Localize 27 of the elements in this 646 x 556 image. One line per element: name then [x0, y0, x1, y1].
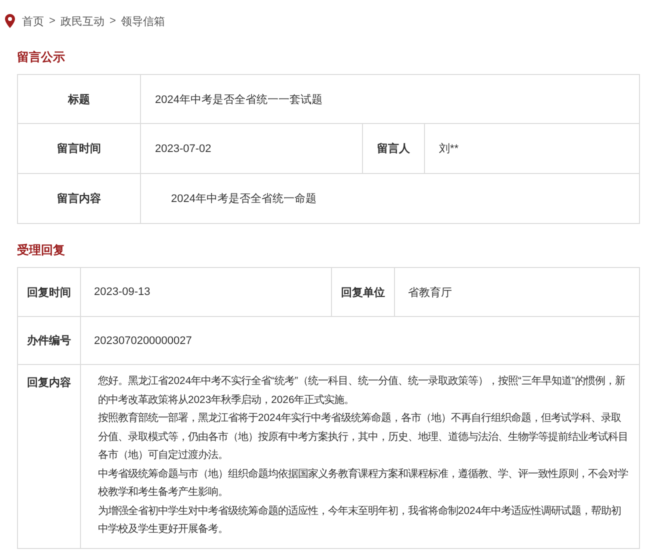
- reply-paragraph: 中考省级统筹命题与市（地）组织命题均依据国家义务教育课程方案和课程标准，遵循教、学、评一致性原则，不会对学校教学和考生备考产生影响。: [98, 467, 629, 500]
- reply-paragraph: 您好。黑龙江省2024年中考不实行全省“统考”（统一科目、统一分值、统一录取政策等），按照“三年早知道”的惯例，新的中考改革政策将从2023年秋季启动，2026年正式实施。: [98, 374, 626, 408]
- breadcrumb-link[interactable]: 政民互动: [60, 14, 104, 28]
- field-label: 回复单位: [332, 268, 395, 316]
- breadcrumb-link[interactable]: 首页: [22, 14, 44, 28]
- section-title: 留言公示: [17, 49, 66, 66]
- breadcrumb-separator: >: [49, 15, 56, 27]
- reply-paragraph: 为增强全省初中学生对中考省级统筹命题的适应性，今年末至明年初，我省将命制2024年中考适应性调研试题，帮助初中学校及学生更好开展备考。: [98, 504, 622, 537]
- field-value: 2024年中考是否全省统一命题: [170, 192, 318, 207]
- field-value: 刘**: [438, 142, 460, 157]
- field-label: 回复时间: [18, 268, 81, 316]
- section-title: 受理回复: [17, 242, 66, 259]
- field-value: 2023-09-13: [81, 268, 332, 316]
- location-pin-icon: [5, 14, 15, 28]
- field-label: 标题: [18, 75, 141, 123]
- field-value: 2023070200000027: [93, 334, 193, 348]
- field-value: 2024年中考是否全省统一一套试题: [154, 92, 324, 108]
- field-label: 留言人: [363, 124, 425, 173]
- field-label: 留言时间: [18, 124, 141, 173]
- field-value: 2023-07-02: [141, 124, 363, 173]
- field-label: 留言内容: [18, 174, 141, 223]
- breadcrumb-link[interactable]: 领导信箱: [120, 14, 165, 28]
- field-value: 省教育厅: [407, 286, 453, 300]
- field-label: 办件编号: [18, 317, 81, 364]
- reply-paragraph: 按照教育部统一部署，黑龙江省将于2024年实行中考省级统筹命题，各市（地）不再自行组织命题，但考试学科、录取分值、录取模式等，仍由各市（地）按原有中考方案执行，其中，历史、地理、道德与法治、生物学等提前结业考试科目各市（地）可自定过渡办法。: [98, 411, 629, 463]
- breadcrumb-separator: >: [109, 15, 116, 27]
- field-label: 回复内容: [18, 365, 81, 548]
